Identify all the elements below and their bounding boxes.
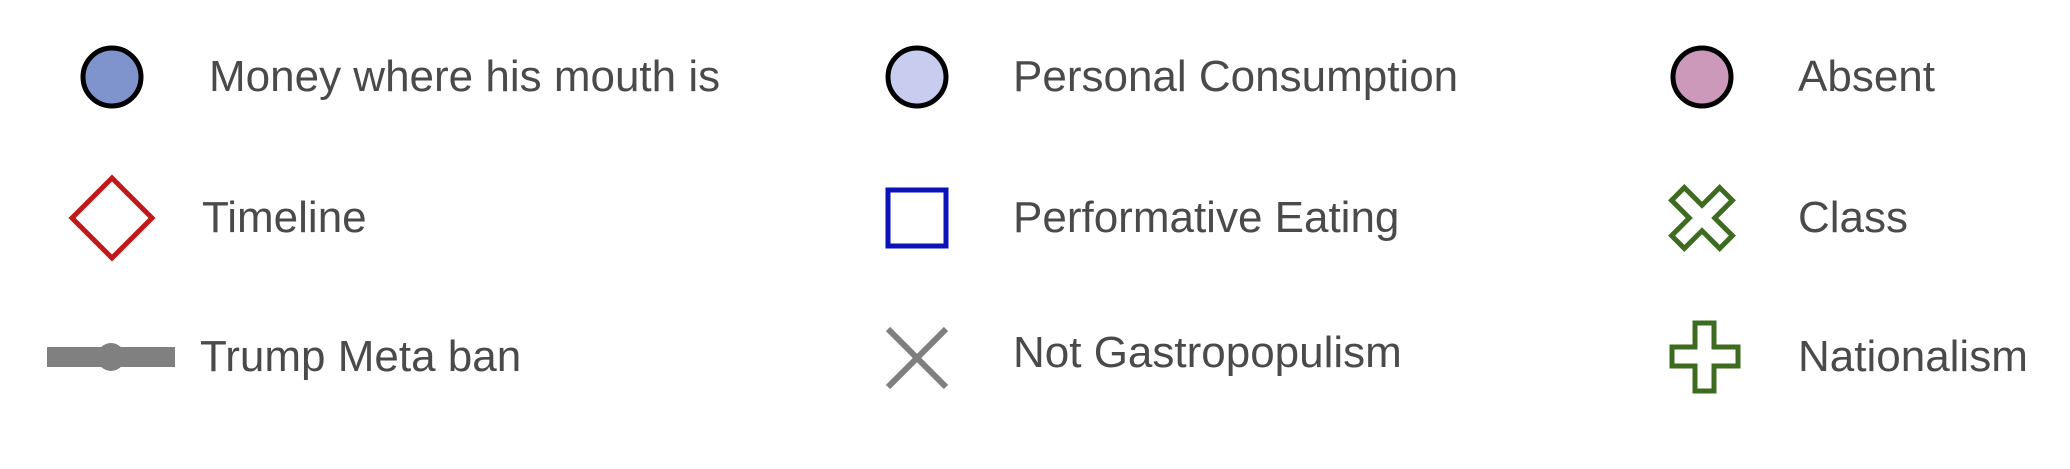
line-with-dot-icon [40, 307, 180, 407]
filled-circle-icon [845, 27, 985, 127]
legend-label: Class [1798, 193, 1909, 242]
legend-label: Personal Consumption [1013, 52, 1459, 101]
legend-label: Nationalism [1798, 332, 2028, 381]
filled-circle-icon [40, 27, 180, 127]
plus-cross-outline-icon [1630, 307, 1770, 407]
diamond-outline-icon [40, 168, 180, 268]
legend-label: Trump Meta ban [200, 332, 522, 381]
legend-label: Not Gastropopulism [1013, 328, 1402, 377]
legend-label: Money where his mouth is [209, 52, 721, 101]
legend-label: Performative Eating [1013, 193, 1400, 242]
x-mark-icon [845, 307, 985, 407]
legend-label: Absent [1798, 52, 1935, 101]
filled-circle-icon [1630, 27, 1770, 127]
legend: Money where his mouth is Personal Consum… [0, 0, 2070, 469]
x-cross-outline-icon [1630, 168, 1770, 268]
square-outline-icon [845, 168, 985, 268]
legend-label: Timeline [202, 193, 367, 242]
